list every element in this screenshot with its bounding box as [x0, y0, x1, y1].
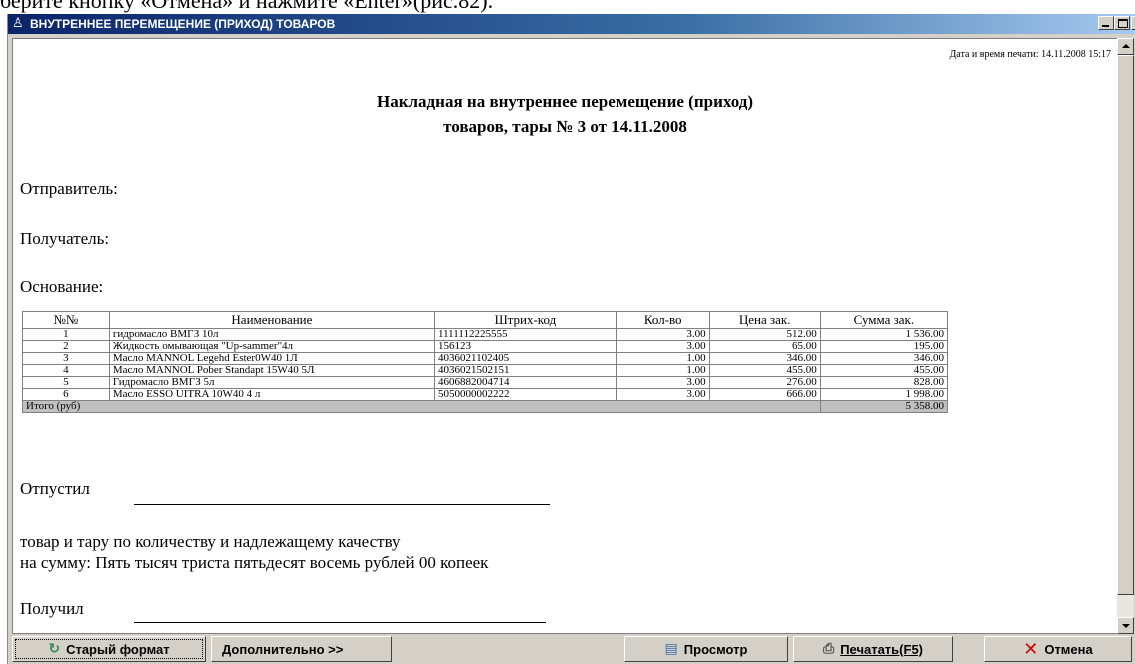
minimize-icon — [1102, 25, 1109, 27]
document-title-line1: Накладная на внутреннее перемещение (при… — [377, 92, 753, 111]
table-header-row: №№ Наименование Штрих-код Кол-во Цена за… — [22, 311, 949, 329]
app-icon: ♙ — [12, 16, 24, 31]
cell-qty: 3.00 — [615, 376, 710, 389]
table-row: 3 Масло MANNOL Legehd Ester0W40 1Л 40360… — [22, 352, 949, 365]
cell-barcode: 156123 — [434, 340, 617, 353]
scroll-down-button[interactable] — [1117, 617, 1134, 634]
table-row: 6 Масло ESSO UITRA 10W40 4 л 50500000022… — [22, 388, 949, 401]
released-signature-line — [134, 503, 550, 505]
basis-label: Основание: — [20, 277, 104, 296]
cell-index: 5 — [22, 376, 110, 389]
received-label: Получил — [20, 599, 84, 618]
document-icon: ▤ — [664, 641, 678, 657]
cell-name: Гидромасло ВМГЗ 5л — [108, 376, 436, 389]
refresh-icon: ↻ — [48, 641, 61, 657]
cell-barcode: 4606882004714 — [434, 376, 617, 389]
cell-index: 2 — [22, 340, 110, 353]
table-total-row: Итого (руб) 5 358.00 — [22, 400, 949, 413]
button-bar: ↻ Старый формат Дополнительно >> ▤ Просм… — [8, 634, 1135, 664]
cell-name: Масло MANNOL Legehd Ester0W40 1Л — [108, 352, 436, 365]
maximize-button[interactable] — [1114, 16, 1130, 30]
released-label: Отпустил — [20, 479, 90, 498]
cell-price: 666.00 — [708, 388, 821, 401]
cell-qty: 3.00 — [615, 340, 710, 353]
background-caption-text: берите кнопку «Отмена» и нажмите «Enter»… — [0, 0, 494, 13]
cell-index: 6 — [22, 388, 110, 401]
table-row: 1 гидромасло ВМГЗ 10л 1111112225555 3.00… — [22, 328, 949, 341]
cell-sum: 828.00 — [819, 376, 949, 389]
sender-label: Отправитель: — [20, 179, 118, 198]
cell-name: Масло MANNOL Pober Standapt 15W40 5Л — [108, 364, 436, 377]
cell-name: Масло ESSO UITRA 10W40 4 л — [108, 388, 436, 401]
cell-qty: 1.00 — [615, 352, 710, 365]
table-row: 2 Жидкость омывающая "Up-sammer"4л 15612… — [22, 340, 949, 353]
more-button[interactable]: Дополнительно >> — [211, 636, 392, 662]
arrow-down-icon — [1122, 624, 1130, 628]
table-row: 4 Масло MANNOL Pober Standapt 15W40 5Л 4… — [22, 364, 949, 377]
sum-line: на сумму: Пять тысяч триста пятьдесят во… — [20, 553, 489, 572]
print-label: Печатать(F5) — [840, 641, 923, 657]
maximize-icon — [1118, 19, 1128, 28]
print-date: Дата и время печати: 14.11.2008 15:17 — [949, 49, 1111, 60]
column-header: Сумма зак. — [819, 311, 949, 329]
cell-qty: 3.00 — [615, 328, 710, 341]
column-header: №№ — [22, 311, 110, 329]
printer-icon: ⎙ — [822, 641, 835, 657]
cell-price: 455.00 — [708, 364, 821, 377]
cell-qty: 3.00 — [615, 388, 710, 401]
cell-sum: 1 536.00 — [819, 328, 949, 341]
report-viewport[interactable]: Дата и время печати: 14.11.2008 15:17 На… — [12, 38, 1118, 634]
column-header: Наименование — [108, 311, 436, 329]
cell-index: 3 — [22, 352, 110, 365]
window-title: ВНУТРЕННЕЕ ПЕРЕМЕЩЕНИЕ (ПРИХОД) ТОВАРОВ — [30, 17, 336, 31]
total-value: 5 358.00 — [819, 400, 949, 413]
cell-name: гидромасло ВМГЗ 10л — [108, 328, 436, 341]
title-bar[interactable]: ♙ ВНУТРЕННЕЕ ПЕРЕМЕЩЕНИЕ (ПРИХОД) ТОВАРО… — [8, 14, 1135, 34]
old-format-button[interactable]: ↻ Старый формат — [12, 636, 206, 662]
cell-price: 512.00 — [708, 328, 821, 341]
cell-price: 346.00 — [708, 352, 821, 365]
items-table: №№ Наименование Штрих-код Кол-во Цена за… — [22, 311, 949, 413]
preview-button[interactable]: ▤ Просмотр — [624, 636, 788, 662]
cell-sum: 346.00 — [819, 352, 949, 365]
cell-name: Жидкость омывающая "Up-sammer"4л — [108, 340, 436, 353]
cell-index: 4 — [22, 364, 110, 377]
old-format-label: Старый формат — [66, 641, 170, 657]
table-row: 5 Гидромасло ВМГЗ 5л 4606882004714 3.00 … — [22, 376, 949, 389]
cancel-label: Отмена — [1044, 641, 1093, 657]
cell-barcode: 5050000002222 — [434, 388, 617, 401]
cancel-button[interactable]: ✕ Отмена — [984, 636, 1132, 662]
cell-qty: 1.00 — [615, 364, 710, 377]
cell-barcode: 1111112225555 — [434, 328, 617, 341]
minimize-button[interactable] — [1098, 16, 1114, 30]
column-header: Штрих-код — [434, 311, 617, 329]
cell-sum: 455.00 — [819, 364, 949, 377]
cell-barcode: 4036021502151 — [434, 364, 617, 377]
arrow-up-icon — [1122, 44, 1130, 48]
column-header: Цена зак. — [708, 311, 821, 329]
scroll-thumb[interactable] — [1117, 55, 1134, 595]
dialog-window: ♙ ВНУТРЕННЕЕ ПЕРЕМЕЩЕНИЕ (ПРИХОД) ТОВАРО… — [7, 14, 1135, 664]
cell-price: 276.00 — [708, 376, 821, 389]
scroll-up-button[interactable] — [1117, 38, 1134, 55]
more-label: Дополнительно >> — [222, 641, 344, 657]
cell-barcode: 4036021102405 — [434, 352, 617, 365]
document-title-line2: товаров, тары № 3 от 14.11.2008 — [443, 117, 687, 136]
cell-sum: 195.00 — [819, 340, 949, 353]
red-x-icon: ✕ — [1023, 638, 1039, 660]
vertical-scrollbar[interactable] — [1117, 38, 1134, 634]
preview-label: Просмотр — [683, 641, 748, 657]
recipient-label: Получатель: — [20, 229, 110, 248]
received-signature-line — [134, 621, 546, 623]
total-label: Итого (руб) — [22, 400, 821, 413]
cell-sum: 1 998.00 — [819, 388, 949, 401]
cell-index: 1 — [22, 328, 110, 341]
goods-line: товар и тару по количеству и надлежащему… — [20, 532, 401, 551]
print-button[interactable]: ⎙ Печатать(F5) — [793, 636, 953, 662]
cell-price: 65.00 — [708, 340, 821, 353]
column-header: Кол-во — [615, 311, 710, 329]
close-button[interactable]: × — [1131, 16, 1135, 30]
